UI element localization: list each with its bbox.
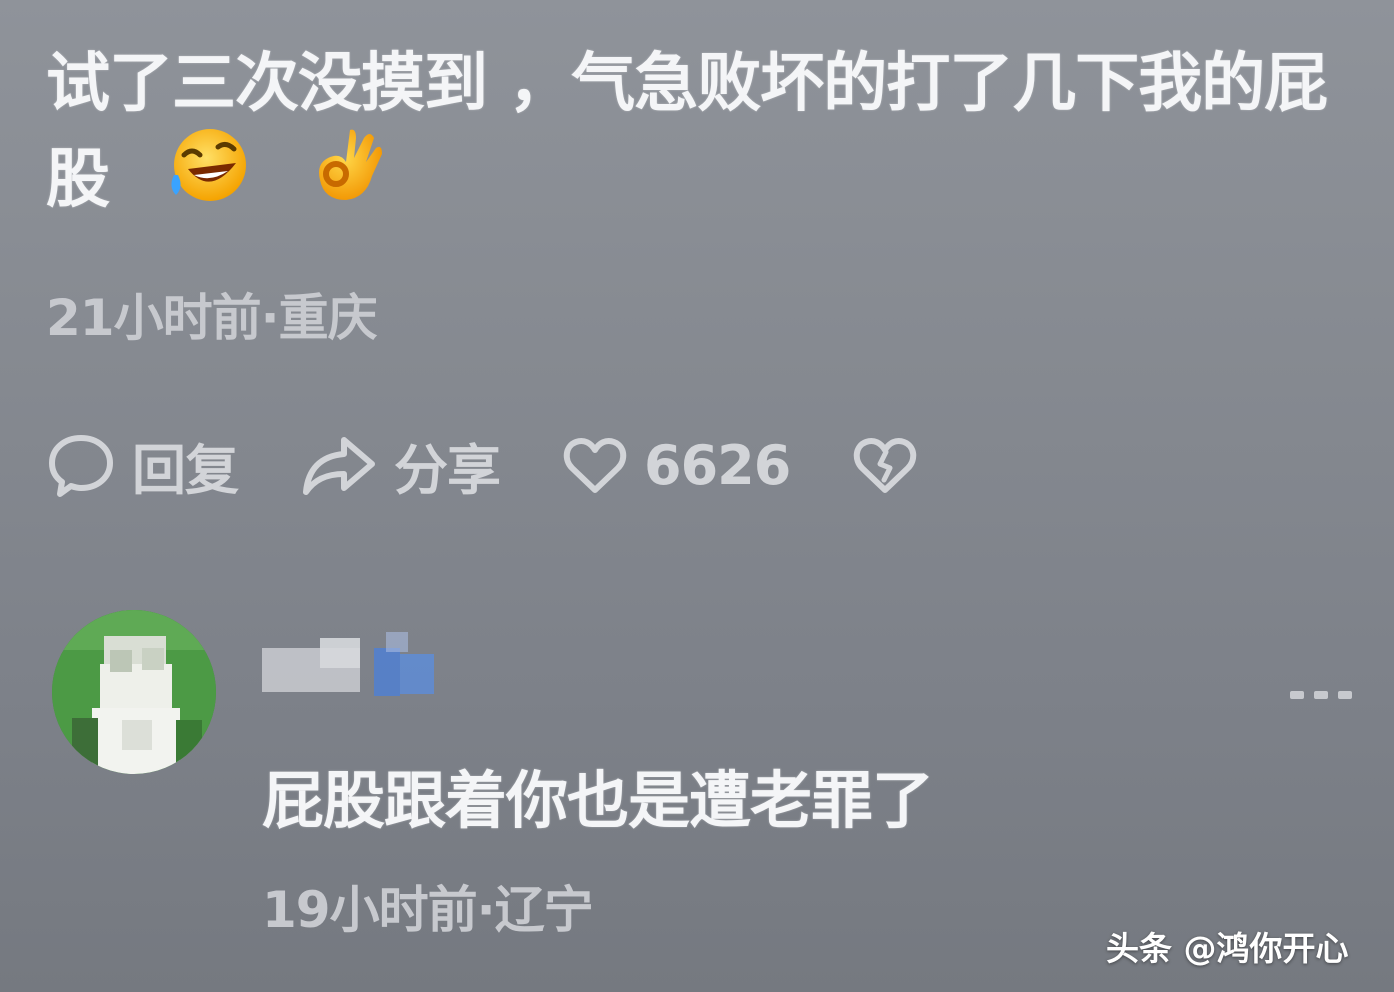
reply-text: 屁股跟着你也是遭老罪了 bbox=[262, 764, 934, 837]
like-count: 6626 bbox=[644, 433, 791, 497]
share-arrow-icon bbox=[300, 432, 378, 498]
reply-user-avatar[interactable] bbox=[52, 610, 216, 774]
broken-heart-icon bbox=[852, 434, 918, 496]
dislike-button[interactable] bbox=[852, 434, 918, 496]
reply-label: 回复 bbox=[132, 438, 239, 502]
share-label: 分享 bbox=[394, 438, 501, 502]
more-options-icon[interactable] bbox=[1288, 688, 1354, 708]
watermark: 头条 @鸿你开心 bbox=[1106, 929, 1349, 968]
reply-button[interactable]: 回复 bbox=[46, 426, 239, 505]
comment-time-location: 21小时前·重庆 bbox=[46, 289, 378, 347]
comment-body: 试了三次没摸到 ，气急败坏的打了几下我的屁股 bbox=[46, 38, 1356, 237]
like-button[interactable]: 6626 bbox=[562, 433, 791, 497]
reply-username-blurred[interactable] bbox=[262, 630, 452, 696]
ok-hand-emoji-icon bbox=[310, 124, 390, 231]
heart-icon bbox=[562, 434, 628, 496]
share-button[interactable]: 分享 bbox=[300, 426, 501, 505]
comment-bubble-icon bbox=[46, 430, 116, 500]
comment-actions: 回复 分享 6626 bbox=[46, 430, 980, 502]
reply-time-location: 19小时前·辽宁 bbox=[262, 881, 594, 939]
rofl-emoji-icon bbox=[166, 125, 252, 230]
